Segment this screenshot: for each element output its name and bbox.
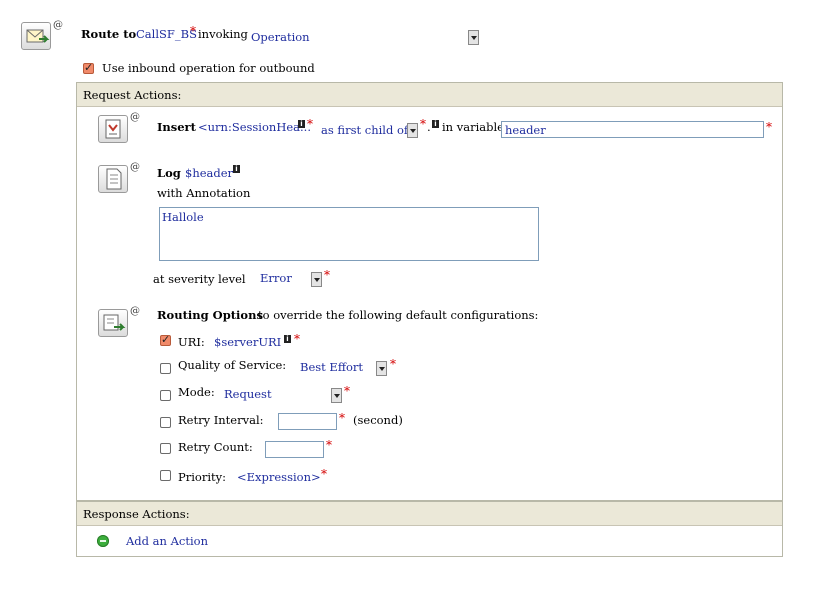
route-node-icon[interactable] — [21, 22, 51, 50]
priority-label: Priority: — [178, 470, 227, 484]
mode-checkbox[interactable] — [160, 390, 171, 401]
route-label: Route to — [81, 27, 137, 41]
routing-options-icon[interactable] — [98, 309, 128, 337]
insert-at-icon[interactable]: @ — [130, 112, 140, 123]
required-marker: * — [326, 438, 332, 452]
severity-select-value[interactable]: Error — [260, 271, 292, 285]
retry-interval-label: Retry Interval: — [178, 413, 264, 427]
qos-checkbox[interactable] — [160, 363, 171, 374]
info-icon[interactable]: i — [233, 165, 240, 173]
priority-checkbox[interactable] — [160, 470, 171, 481]
retry-interval-checkbox[interactable] — [160, 417, 171, 428]
response-actions-header: Response Actions: — [77, 502, 782, 526]
response-actions-title: Response Actions: — [83, 507, 190, 521]
info-icon[interactable]: i — [432, 120, 439, 128]
insert-keyword: Insert — [157, 120, 196, 134]
route-at-icon[interactable]: @ — [53, 20, 63, 31]
required-marker: * — [344, 384, 350, 398]
annotation-label: with Annotation — [157, 186, 251, 200]
required-marker: * — [307, 117, 313, 131]
required-marker: * — [339, 411, 345, 425]
request-actions-panel: Request Actions: — [76, 82, 783, 501]
routing-at-icon[interactable]: @ — [130, 306, 140, 317]
required-marker: * — [190, 24, 196, 38]
add-action-link[interactable]: Add an Action — [126, 534, 208, 548]
annotation-textarea[interactable]: Hallole — [159, 207, 539, 261]
request-actions-title: Request Actions: — [83, 88, 182, 102]
required-marker: * — [390, 357, 396, 371]
insert-position-dropdown-button[interactable] — [407, 123, 418, 138]
insert-position-value[interactable]: as first child of — [321, 123, 408, 137]
request-actions-header: Request Actions: — [77, 83, 782, 107]
routing-options-keyword: Routing Options — [157, 308, 263, 322]
insert-dot: . — [427, 120, 431, 134]
info-icon[interactable]: i — [298, 120, 305, 128]
insert-expression-link[interactable]: <urn:SessionHea... — [198, 120, 311, 134]
info-icon[interactable]: i — [284, 335, 291, 343]
insert-variable-input[interactable] — [501, 121, 764, 138]
required-marker: * — [766, 120, 772, 134]
log-keyword: Log — [157, 166, 181, 180]
use-inbound-checkbox[interactable] — [83, 61, 94, 74]
severity-label: at severity level — [153, 272, 246, 286]
qos-dropdown-button[interactable] — [376, 361, 387, 376]
add-action-icon[interactable] — [97, 535, 109, 547]
log-expression-link[interactable]: $header — [185, 166, 233, 180]
retry-interval-input[interactable] — [278, 413, 337, 430]
response-actions-panel: Response Actions: — [76, 501, 783, 557]
retry-count-input[interactable] — [265, 441, 324, 458]
operation-select-value[interactable]: Operation — [251, 30, 310, 44]
priority-expression-link[interactable]: <Expression> — [237, 470, 321, 484]
uri-checkbox[interactable] — [160, 333, 171, 346]
insert-action-icon[interactable] — [98, 115, 128, 143]
invoking-label: invoking — [198, 27, 248, 41]
retry-interval-unit: (second) — [353, 413, 403, 427]
use-inbound-label: Use inbound operation for outbound — [102, 61, 315, 75]
mode-label: Mode: — [178, 385, 215, 399]
uri-label: URI: — [178, 335, 205, 349]
severity-dropdown-button[interactable] — [311, 272, 322, 287]
qos-label: Quality of Service: — [178, 358, 287, 372]
required-marker: * — [420, 117, 426, 131]
route-target-link[interactable]: CallSF_BS — [136, 27, 197, 41]
operation-dropdown-button[interactable] — [468, 30, 479, 45]
required-marker: * — [321, 467, 327, 481]
in-variable-label: in variable — [442, 120, 504, 134]
log-at-icon[interactable]: @ — [130, 162, 140, 173]
routing-options-description: to override the following default config… — [258, 308, 539, 322]
retry-count-checkbox[interactable] — [160, 443, 171, 454]
mode-dropdown-button[interactable] — [331, 388, 342, 403]
qos-select-value[interactable]: Best Effort — [300, 360, 363, 374]
mode-select-value[interactable]: Request — [224, 387, 272, 401]
retry-count-label: Retry Count: — [178, 440, 253, 454]
required-marker: * — [294, 332, 300, 346]
log-action-icon[interactable] — [98, 165, 128, 193]
required-marker: * — [324, 268, 330, 282]
uri-value-link[interactable]: $serverURI — [214, 335, 281, 349]
